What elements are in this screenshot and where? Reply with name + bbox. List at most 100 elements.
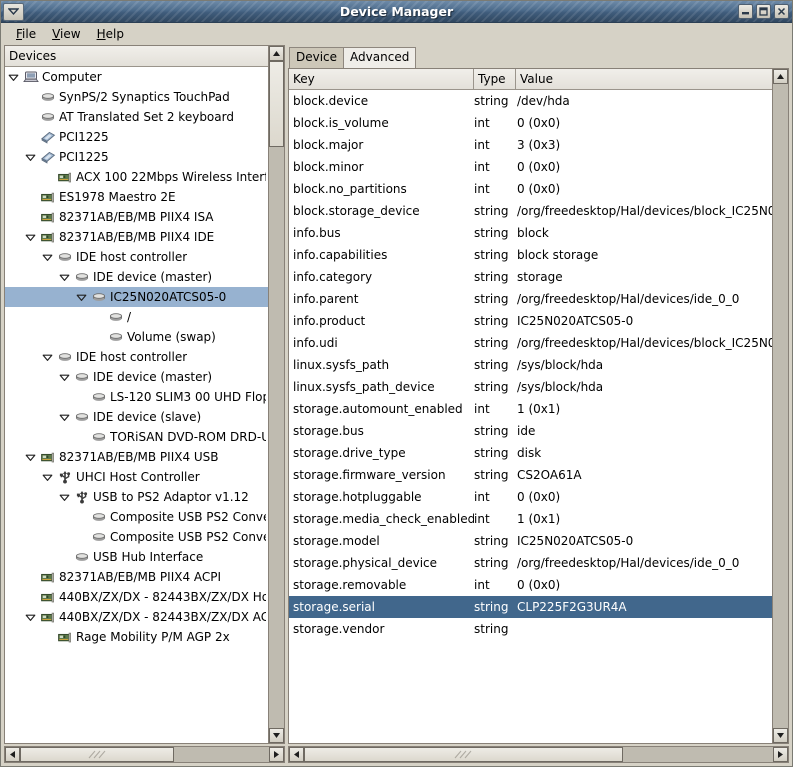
property-row[interactable]: block.devicestring/dev/hda xyxy=(289,90,772,112)
device-tree[interactable]: ComputerSynPS/2 Synaptics TouchPadAT Tra… xyxy=(5,67,268,743)
tree-item[interactable]: PCI1225 xyxy=(5,147,268,167)
menu-help[interactable]: Help xyxy=(89,25,132,43)
devices-scroll-thumb[interactable] xyxy=(269,61,284,147)
property-row[interactable]: block.majorint3 (0x3) xyxy=(289,134,772,156)
tree-item[interactable]: Computer xyxy=(5,67,268,87)
scroll-left-icon[interactable] xyxy=(5,747,20,762)
property-row[interactable]: info.productstringIC25N020ATCS05-0 xyxy=(289,310,772,332)
tree-item[interactable]: USB to PS2 Adaptor v1.12 xyxy=(5,487,268,507)
property-row[interactable]: info.capabilitiesstringblock storage xyxy=(289,244,772,266)
devices-hscroll-track[interactable] xyxy=(20,747,269,762)
minimize-icon[interactable] xyxy=(738,4,753,19)
tree-item[interactable]: PCI1225 xyxy=(5,127,268,147)
tree-item[interactable]: Rage Mobility P/M AGP 2x xyxy=(5,627,268,647)
property-row[interactable]: storage.busstringide xyxy=(289,420,772,442)
expander-collapse-icon[interactable] xyxy=(22,447,38,467)
property-row[interactable]: storage.media_check_enabledint1 (0x1) xyxy=(289,508,772,530)
property-row[interactable]: storage.modelstringIC25N020ATCS05-0 xyxy=(289,530,772,552)
scroll-left-icon[interactable] xyxy=(289,747,304,762)
tree-item[interactable]: 82371AB/EB/MB PIIX4 ACPI xyxy=(5,567,268,587)
scroll-down-icon[interactable] xyxy=(269,728,284,743)
expander-collapse-icon[interactable] xyxy=(22,227,38,247)
property-row[interactable]: block.minorint0 (0x0) xyxy=(289,156,772,178)
tree-item[interactable]: IC25N020ATCS05-0 xyxy=(5,287,268,307)
property-row[interactable]: storage.physical_devicestring/org/freede… xyxy=(289,552,772,574)
maximize-icon[interactable] xyxy=(756,4,771,19)
tree-item[interactable]: Volume (swap) xyxy=(5,327,268,347)
expander-collapse-icon[interactable] xyxy=(22,147,38,167)
tree-item[interactable]: AT Translated Set 2 keyboard xyxy=(5,107,268,127)
menu-view[interactable]: View xyxy=(44,25,88,43)
tree-item[interactable]: IDE host controller xyxy=(5,347,268,367)
properties-vertical-scrollbar[interactable] xyxy=(772,68,789,744)
property-row[interactable]: storage.automount_enabledint1 (0x1) xyxy=(289,398,772,420)
expander-collapse-icon[interactable] xyxy=(56,487,72,507)
properties-table[interactable]: block.devicestring/dev/hdablock.is_volum… xyxy=(289,90,772,743)
scroll-right-icon[interactable] xyxy=(269,747,284,762)
property-row[interactable]: info.categorystringstorage xyxy=(289,266,772,288)
expander-collapse-icon[interactable] xyxy=(22,607,38,627)
tree-item[interactable]: SynPS/2 Synaptics TouchPad xyxy=(5,87,268,107)
scroll-up-icon[interactable] xyxy=(269,46,284,61)
tree-item[interactable]: / xyxy=(5,307,268,327)
expander-collapse-icon[interactable] xyxy=(73,287,89,307)
tab-advanced[interactable]: Advanced xyxy=(343,47,416,68)
property-row[interactable]: linux.sysfs_pathstring/sys/block/hda xyxy=(289,354,772,376)
expander-collapse-icon[interactable] xyxy=(39,247,55,267)
tree-item[interactable]: 440BX/ZX/DX - 82443BX/ZX/DX Host xyxy=(5,587,268,607)
property-row[interactable]: block.is_volumeint0 (0x0) xyxy=(289,112,772,134)
devices-vertical-scrollbar[interactable] xyxy=(268,45,285,744)
tree-item[interactable]: UHCI Host Controller xyxy=(5,467,268,487)
menu-file[interactable]: File xyxy=(8,25,44,43)
tab-device[interactable]: Device xyxy=(289,47,344,68)
property-row[interactable]: storage.serialstringCLP225F2G3UR4A xyxy=(289,596,772,618)
devices-hscroll-thumb[interactable] xyxy=(20,747,174,762)
tree-item[interactable]: 440BX/ZX/DX - 82443BX/ZX/DX AGP xyxy=(5,607,268,627)
close-icon[interactable] xyxy=(774,4,789,19)
properties-hscroll-thumb[interactable] xyxy=(304,747,623,762)
scroll-up-icon[interactable] xyxy=(773,69,788,84)
expander-collapse-icon[interactable] xyxy=(39,347,55,367)
property-row[interactable]: storage.hotpluggableint0 (0x0) xyxy=(289,486,772,508)
scroll-right-icon[interactable] xyxy=(773,747,788,762)
property-row[interactable]: linux.sysfs_path_devicestring/sys/block/… xyxy=(289,376,772,398)
properties-hscroll-track[interactable] xyxy=(304,747,773,762)
tree-item[interactable]: 82371AB/EB/MB PIIX4 USB xyxy=(5,447,268,467)
expander-collapse-icon[interactable] xyxy=(5,67,21,87)
scroll-down-icon[interactable] xyxy=(773,728,788,743)
tree-item[interactable]: IDE device (slave) xyxy=(5,407,268,427)
property-row[interactable]: info.busstringblock xyxy=(289,222,772,244)
properties-horizontal-scrollbar[interactable] xyxy=(288,746,789,763)
expander-collapse-icon[interactable] xyxy=(56,367,72,387)
tree-item[interactable]: TORiSAN DVD-ROM DRD-U xyxy=(5,427,268,447)
tree-item[interactable]: ES1978 Maestro 2E xyxy=(5,187,268,207)
expander-collapse-icon[interactable] xyxy=(39,467,55,487)
property-row[interactable]: block.storage_devicestring/org/freedeskt… xyxy=(289,200,772,222)
title-bar[interactable]: Device Manager xyxy=(1,1,792,23)
property-row[interactable]: storage.drive_typestringdisk xyxy=(289,442,772,464)
tree-item[interactable]: ACX 100 22Mbps Wireless Interface xyxy=(5,167,268,187)
tree-item[interactable]: LS-120 SLIM3 00 UHD Floppy xyxy=(5,387,268,407)
window-menu-icon[interactable] xyxy=(3,3,24,21)
column-header-value[interactable]: Value xyxy=(516,69,772,89)
column-header-key[interactable]: Key xyxy=(289,69,474,89)
tree-item[interactable]: IDE device (master) xyxy=(5,367,268,387)
expander-collapse-icon[interactable] xyxy=(56,267,72,287)
tree-item[interactable]: Composite USB PS2 Converter xyxy=(5,527,268,547)
property-row[interactable]: storage.firmware_versionstringCS2OA61A xyxy=(289,464,772,486)
expander-collapse-icon[interactable] xyxy=(56,407,72,427)
property-row[interactable]: storage.vendorstring xyxy=(289,618,772,640)
devices-scroll-track[interactable] xyxy=(269,61,284,728)
tree-item[interactable]: USB Hub Interface xyxy=(5,547,268,567)
devices-horizontal-scrollbar[interactable] xyxy=(4,746,285,763)
properties-scroll-track[interactable] xyxy=(773,84,788,728)
property-row[interactable]: info.parentstring/org/freedesktop/Hal/de… xyxy=(289,288,772,310)
column-header-type[interactable]: Type xyxy=(474,69,516,89)
tree-item[interactable]: Composite USB PS2 Converter xyxy=(5,507,268,527)
property-row[interactable]: block.no_partitionsint0 (0x0) xyxy=(289,178,772,200)
tree-item[interactable]: IDE device (master) xyxy=(5,267,268,287)
property-row[interactable]: storage.removableint0 (0x0) xyxy=(289,574,772,596)
property-row[interactable]: info.udistring/org/freedesktop/Hal/devic… xyxy=(289,332,772,354)
tree-item[interactable]: 82371AB/EB/MB PIIX4 ISA xyxy=(5,207,268,227)
tree-item[interactable]: IDE host controller xyxy=(5,247,268,267)
